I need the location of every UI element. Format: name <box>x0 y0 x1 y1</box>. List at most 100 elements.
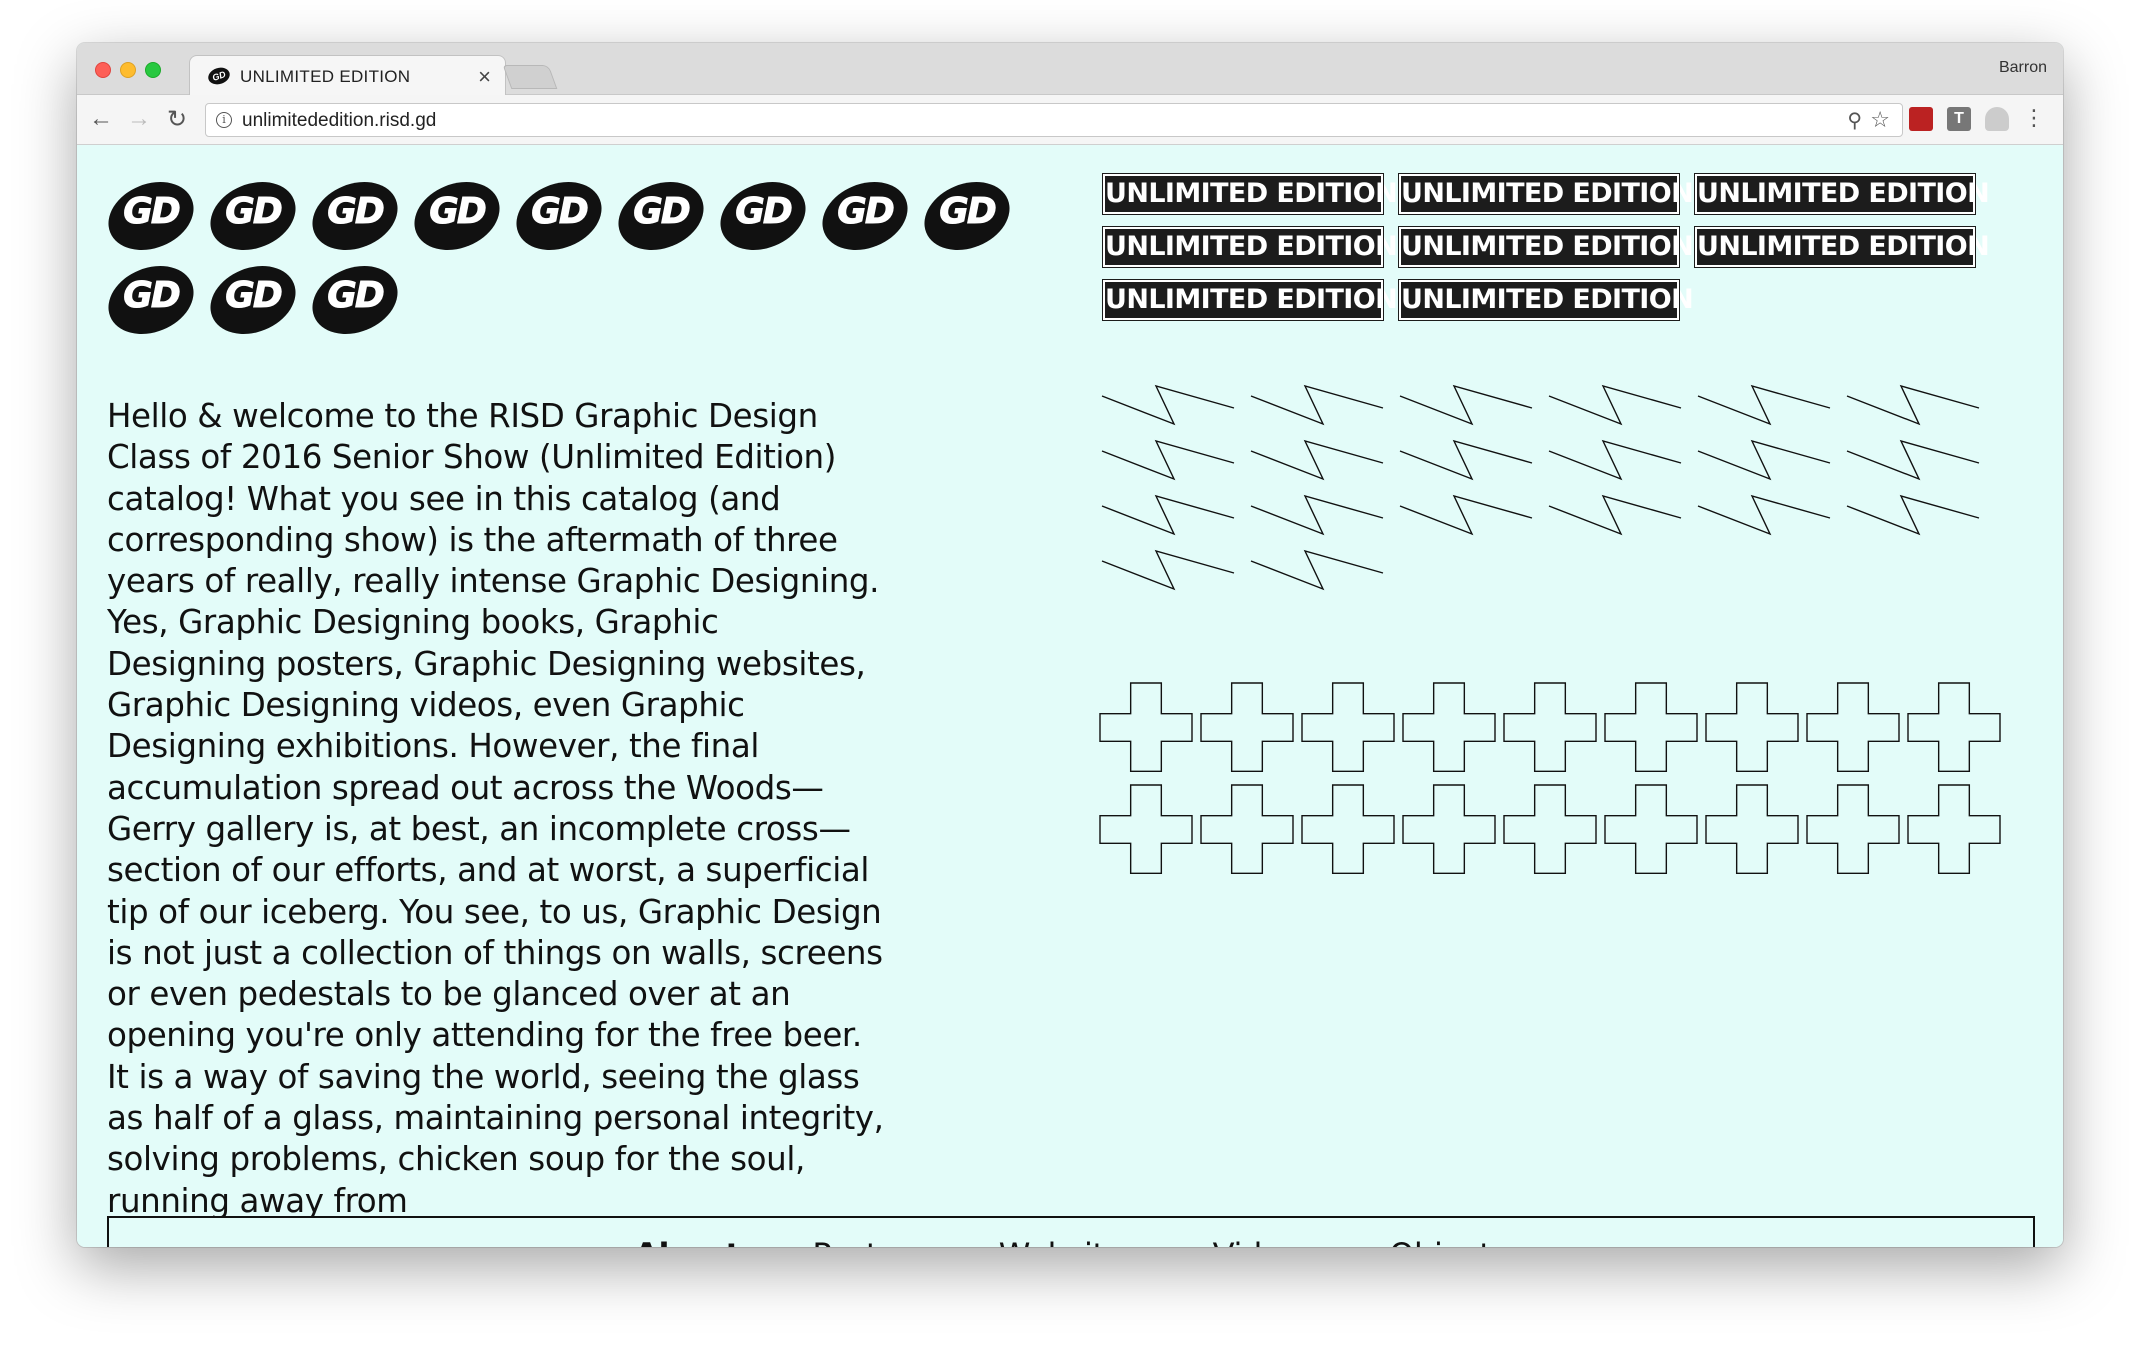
zigzag-mark <box>1697 494 1831 536</box>
nav-posters[interactable]: Posters <box>812 1236 927 1247</box>
gd-favicon-icon: GD <box>206 64 232 88</box>
gd-logo-text: GD <box>123 191 181 233</box>
new-tab-button[interactable] <box>502 65 558 89</box>
zigzag-mark <box>1250 384 1384 426</box>
back-arrow-icon[interactable]: ← <box>89 105 113 133</box>
page-content: GD GD GD GD GD GD GD GD GD GD GD GD Hello & welcome… <box>77 146 2063 1247</box>
gd-logo-icon: GD <box>302 169 408 263</box>
reload-icon[interactable]: ↻ <box>167 105 187 134</box>
unlimited-edition-badge: UNLIMITED EDITION <box>1398 226 1694 268</box>
browser-tab[interactable]: GD UNLIMITED EDITION × <box>189 55 506 96</box>
gd-logo-icon: GD <box>98 253 204 347</box>
cross-mark <box>1604 784 1698 875</box>
zigzag-mark <box>1548 439 1682 481</box>
gd-logo-icon: GD <box>710 169 816 263</box>
address-bar[interactable]: i unlimitededition.risd.gd ⚲ ☆ <box>205 103 1903 137</box>
url-text[interactable]: unlimitededition.risd.gd <box>242 110 436 132</box>
extension-type-icon[interactable]: T <box>1947 107 1971 131</box>
cross-mark <box>1200 682 1294 773</box>
info-icon[interactable]: i <box>216 112 232 128</box>
gd-logo-icon: GD <box>98 169 204 263</box>
gd-logo-text: GD <box>123 275 181 317</box>
cross-mark <box>1301 682 1395 773</box>
gd-logo-icon: GD <box>200 253 306 347</box>
cross-mark <box>1806 682 1900 773</box>
gd-logo-text: GD <box>225 275 283 317</box>
gd-logo-icon: GD <box>302 253 408 347</box>
gd-logo-icon: GD <box>404 169 510 263</box>
browser-toolbar: ← → ↻ i unlimitededition.risd.gd ⚲ ☆ T ⋮ <box>77 95 2063 145</box>
close-window-button[interactable] <box>95 62 111 78</box>
nav-videos[interactable]: Videos <box>1213 1236 1318 1247</box>
gd-logo-icon: GD <box>200 169 306 263</box>
gd-logo-text: GD <box>327 191 385 233</box>
nav-objects[interactable]: Objects <box>1389 1236 1508 1247</box>
nav-websites[interactable]: Websites <box>999 1236 1141 1247</box>
zigzag-mark <box>1399 439 1533 481</box>
bottom-nav: About Posters Websites Videos Objects <box>107 1216 2035 1247</box>
gd-logo-text: GD <box>735 191 793 233</box>
unlimited-edition-badge: UNLIMITED EDITION <box>1102 226 1398 268</box>
cross-mark <box>1705 682 1799 773</box>
cross-mark <box>1705 784 1799 875</box>
zigzag-mark <box>1250 439 1384 481</box>
unlimited-edition-badge: UNLIMITED EDITION <box>1102 279 1398 321</box>
cross-mark <box>1402 682 1496 773</box>
zigzag-mark <box>1399 384 1533 426</box>
zigzag-mark <box>1697 439 1831 481</box>
gd-logo-icon: GD <box>914 169 1020 263</box>
unlimited-edition-badge: UNLIMITED EDITION <box>1398 173 1694 215</box>
zigzag-pattern <box>1101 384 1980 591</box>
browser-window: GD UNLIMITED EDITION × Barron ← → ↻ i un… <box>77 43 2063 1247</box>
cross-mark <box>1604 682 1698 773</box>
zigzag-mark <box>1101 384 1235 426</box>
extension-shield-icon[interactable] <box>1909 107 1933 131</box>
cross-pattern <box>1099 682 2001 875</box>
minimize-window-button[interactable] <box>120 62 136 78</box>
cross-mark <box>1907 784 2001 875</box>
zigzag-mark <box>1697 384 1831 426</box>
zigzag-mark <box>1101 549 1235 591</box>
tab-close-icon[interactable]: × <box>478 64 491 90</box>
gd-logo-text: GD <box>531 191 589 233</box>
tab-title: UNLIMITED EDITION <box>240 67 411 86</box>
zigzag-mark <box>1399 494 1533 536</box>
zigzag-mark <box>1101 439 1235 481</box>
zigzag-mark <box>1846 494 1980 536</box>
cross-mark <box>1402 784 1496 875</box>
zoom-icon[interactable]: ⚲ <box>1847 108 1862 133</box>
title-bar: GD UNLIMITED EDITION × Barron <box>77 43 2063 96</box>
gd-logo-text: GD <box>633 191 691 233</box>
gd-logo-icon: GD <box>506 169 612 263</box>
unlimited-edition-badges: UNLIMITED EDITION UNLIMITED EDITION UNLIMI… <box>1102 173 2003 321</box>
gd-logo-icon: GD <box>608 169 714 263</box>
cross-mark <box>1907 682 2001 773</box>
gd-logo-icon: GD <box>812 169 918 263</box>
forward-arrow-icon[interactable]: → <box>127 105 151 133</box>
gd-logo-group: GD GD GD GD GD GD GD GD GD GD GD GD <box>98 169 1037 347</box>
zigzag-mark <box>1846 439 1980 481</box>
zigzag-mark <box>1250 494 1384 536</box>
intro-paragraph: Hello & welcome to the RISD Graphic Desi… <box>107 397 884 1220</box>
maximize-window-button[interactable] <box>145 62 161 78</box>
zigzag-mark <box>1846 384 1980 426</box>
gd-logo-text: GD <box>939 191 997 233</box>
profile-name[interactable]: Barron <box>1999 59 2047 77</box>
nav-about[interactable]: About <box>634 1236 741 1247</box>
cross-mark <box>1099 682 1193 773</box>
unlimited-edition-badge: UNLIMITED EDITION <box>1694 226 1990 268</box>
gd-logo-text: GD <box>327 275 385 317</box>
zigzag-mark <box>1548 384 1682 426</box>
gd-logo-text: GD <box>429 191 487 233</box>
gd-logo-text: GD <box>837 191 895 233</box>
gd-logo-text: GD <box>225 191 283 233</box>
bookmark-star-icon[interactable]: ☆ <box>1870 107 1890 133</box>
menu-dots-icon[interactable]: ⋮ <box>2023 105 2045 131</box>
unlimited-edition-badge: UNLIMITED EDITION <box>1694 173 1990 215</box>
zigzag-mark <box>1101 494 1235 536</box>
extension-drive-icon[interactable] <box>1985 107 2009 131</box>
unlimited-edition-badge: UNLIMITED EDITION <box>1398 279 1694 321</box>
cross-mark <box>1503 784 1597 875</box>
zigzag-mark <box>1250 549 1384 591</box>
cross-mark <box>1099 784 1193 875</box>
